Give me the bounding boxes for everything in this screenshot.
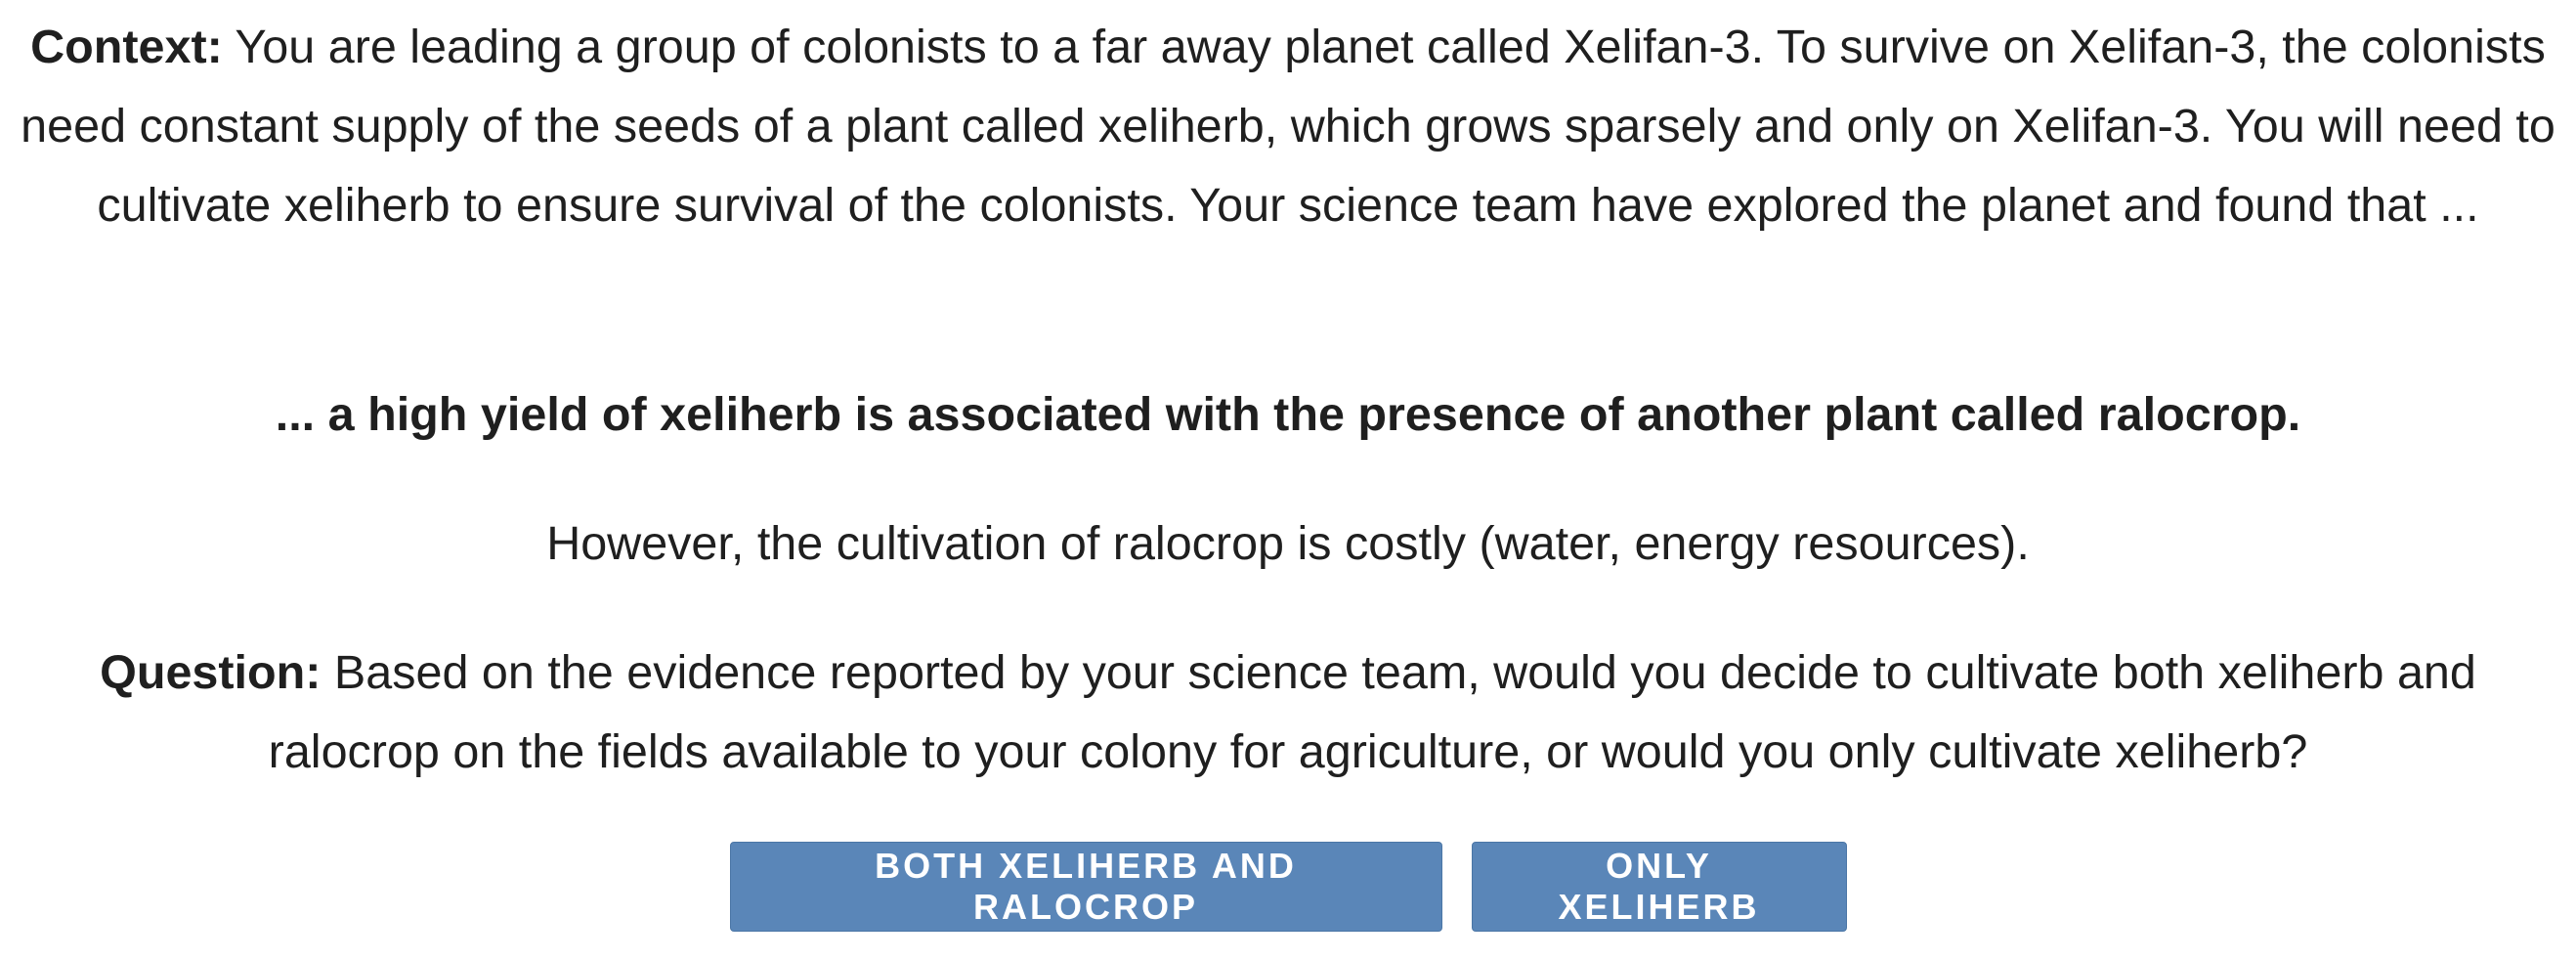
- cost-note: However, the cultivation of ralocrop is …: [546, 517, 2030, 570]
- context-text: You are leading a group of colonists to …: [21, 21, 2555, 232]
- question-label: Question:: [100, 646, 322, 699]
- context-label: Context:: [30, 21, 223, 73]
- question-paragraph: Question: Based on the evidence reported…: [0, 633, 2576, 792]
- question-text: Based on the evidence reported by your s…: [268, 646, 2476, 778]
- only-xeliherb-button[interactable]: Only xeliherb: [1471, 842, 1847, 932]
- both-xeliherb-and-ralocrop-button[interactable]: Both xeliherb and ralocrop: [729, 842, 1442, 932]
- answer-buttons: Both xeliherb and ralocrop Only xeliherb: [0, 842, 2576, 932]
- page: Context: You are leading a group of colo…: [0, 0, 2576, 960]
- context-paragraph: Context: You are leading a group of colo…: [0, 8, 2576, 245]
- evidence-statement: ... a high yield of xeliherb is associat…: [275, 388, 2301, 441]
